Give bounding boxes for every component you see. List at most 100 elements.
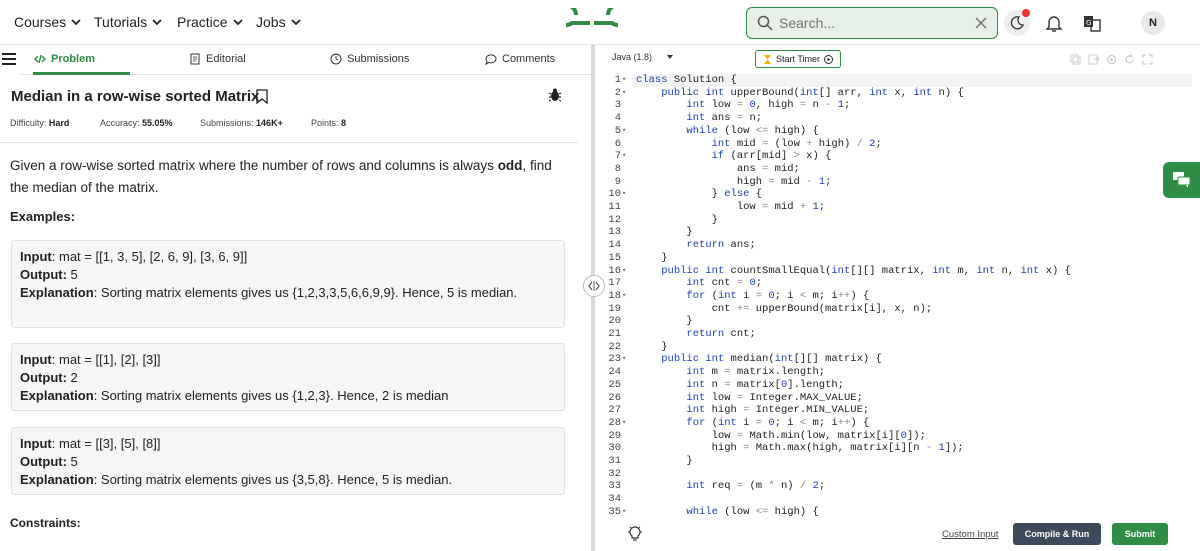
points-value: 8 [341, 118, 347, 128]
fold-toggle-icon[interactable]: ▾ [622, 87, 626, 100]
fold-toggle-icon[interactable]: ▾ [622, 188, 626, 201]
code-line[interactable]: cnt += upperBound(matrix[i], x, n); [636, 303, 933, 316]
fold-toggle-icon[interactable]: ▾ [622, 125, 626, 138]
constraints-heading: Constraints: [10, 516, 81, 530]
input-value: : mat = [[1], [2], [3]] [51, 352, 161, 367]
code-line[interactable]: int low = 0, high = n - 1; [636, 99, 850, 112]
code-line[interactable]: if (arr[mid] > x) { [636, 150, 832, 163]
code-line[interactable]: high = Math.max(high, matrix[i][n - 1]); [636, 442, 964, 455]
code-line[interactable]: } [636, 252, 667, 265]
chevron-down-icon [232, 19, 243, 26]
start-timer-button[interactable]: Start Timer [755, 50, 841, 68]
close-icon[interactable] [973, 15, 989, 31]
code-line[interactable]: public int median(int[][] matrix) { [636, 353, 882, 366]
page-title: Median in a row-wise sorted Matrix [11, 88, 260, 105]
chat-button[interactable] [1163, 162, 1200, 198]
code-line[interactable]: public int countSmallEqual(int[][] matri… [636, 265, 1071, 278]
line-number: 33 [608, 480, 621, 493]
code-line[interactable]: int m = matrix.length; [636, 366, 825, 379]
code-line[interactable]: high = mid - 1; [636, 176, 832, 189]
tab-comments[interactable]: Comments [485, 53, 555, 65]
code-line[interactable]: for (int i = 0; i < m; i++) { [636, 290, 869, 303]
language-select[interactable]: Java (1.8) [612, 52, 674, 62]
export-icon[interactable] [1088, 54, 1099, 65]
search-box[interactable] [746, 7, 998, 39]
top-navbar: Courses Tutorials Practice Jobs G N [0, 0, 1200, 45]
compile-run-button[interactable]: Compile & Run [1013, 523, 1101, 545]
notification-dot [1022, 9, 1030, 17]
line-number: 13 [608, 226, 621, 239]
code-line[interactable]: public int upperBound(int[] arr, int x, … [636, 87, 964, 100]
code-line[interactable]: int low = Integer.MAX_VALUE; [636, 392, 862, 405]
code-line[interactable]: return cnt; [636, 328, 755, 341]
fold-toggle-icon[interactable]: ▾ [622, 506, 626, 517]
code-line[interactable]: int ans = n; [636, 112, 762, 125]
settings-icon[interactable] [1106, 54, 1117, 65]
difficulty-meta: Difficulty: Hard [10, 118, 69, 128]
bell-icon[interactable] [1043, 12, 1065, 34]
custom-input-link[interactable]: Custom Input [942, 529, 999, 540]
fold-toggle-icon[interactable]: ▾ [622, 265, 626, 278]
nav-tutorials-label: Tutorials [94, 14, 148, 30]
code-line[interactable]: int mid = (low + high) / 2; [636, 138, 882, 151]
code-line[interactable]: } [636, 214, 718, 227]
code-line[interactable]: } else { [636, 188, 762, 201]
description-text: Given a row-wise sorted matrix where the… [10, 158, 498, 173]
line-number: 11 [608, 201, 621, 213]
code-line[interactable]: while (low <= high) { [636, 506, 818, 517]
code-line[interactable]: for (int i = 0; i < m; i++) { [636, 417, 869, 430]
nav-courses[interactable]: Courses [14, 14, 82, 30]
fold-toggle-icon[interactable]: ▾ [622, 290, 626, 303]
code-line[interactable]: } [636, 455, 692, 468]
bookmark-icon[interactable] [256, 89, 268, 104]
code-line[interactable]: class Solution { [636, 74, 737, 87]
bug-icon[interactable] [548, 87, 562, 103]
points-meta: Points: 8 [311, 118, 346, 128]
line-number: 25 [608, 378, 621, 391]
code-line[interactable]: int high = Integer.MIN_VALUE; [636, 404, 869, 417]
copy-icon[interactable] [1070, 54, 1081, 65]
code-editor[interactable]: 1 ▾ class Solution {2 ▾ public int upperBou… [595, 73, 1195, 517]
refresh-icon[interactable] [1124, 54, 1135, 65]
fold-toggle-icon[interactable]: ▾ [622, 417, 626, 430]
nav-practice[interactable]: Practice [177, 14, 244, 30]
code-line[interactable]: int req = (m * n) / 2; [636, 480, 825, 493]
code-line[interactable]: low = mid + 1; [636, 201, 825, 214]
code-line[interactable]: while (low <= high) { [636, 125, 818, 138]
fullscreen-icon[interactable] [1142, 54, 1153, 65]
fold-toggle-icon[interactable]: ▾ [622, 150, 626, 163]
code-line[interactable]: } [636, 315, 692, 328]
code-line[interactable]: int cnt = 0; [636, 277, 762, 290]
code-icon [34, 54, 46, 64]
lightbulb-icon[interactable] [628, 525, 642, 542]
code-line[interactable]: ans = mid; [636, 163, 800, 176]
translate-icon[interactable]: G [1081, 12, 1103, 34]
avatar[interactable]: N [1141, 11, 1165, 35]
tab-problem[interactable]: Problem [34, 53, 95, 65]
submit-button[interactable]: Submit [1112, 523, 1168, 545]
code-line[interactable]: int n = matrix[0].length; [636, 379, 844, 392]
search-input[interactable] [779, 13, 959, 33]
fold-toggle-icon[interactable]: ▾ [622, 74, 626, 87]
line-number: 5 [614, 124, 621, 137]
description-bold: odd [497, 158, 523, 173]
line-number: 22 [608, 340, 621, 353]
code-line[interactable]: return ans; [636, 239, 755, 252]
line-number: 31 [608, 455, 621, 467]
tab-submissions[interactable]: Submissions [330, 53, 409, 65]
line-number: 3 [614, 99, 621, 112]
tab-editorial-label: Editorial [206, 53, 246, 65]
problem-panel: Problem Editorial Submissions Comments M… [0, 45, 591, 551]
explanation-label: Explanation [20, 472, 94, 487]
menu-icon[interactable] [2, 53, 16, 65]
fold-toggle-icon[interactable]: ▾ [622, 353, 626, 366]
nav-jobs[interactable]: Jobs [256, 14, 302, 30]
nav-tutorials[interactable]: Tutorials [94, 14, 163, 30]
input-label: Input [20, 352, 52, 367]
explanation-label: Explanation [20, 285, 94, 300]
gfg-logo-icon[interactable] [566, 8, 618, 38]
tab-editorial[interactable]: Editorial [189, 53, 246, 65]
code-line[interactable]: } [636, 341, 667, 354]
code-line[interactable]: low = Math.min(low, matrix[i][0]); [636, 430, 926, 443]
code-line[interactable]: } [636, 226, 692, 239]
